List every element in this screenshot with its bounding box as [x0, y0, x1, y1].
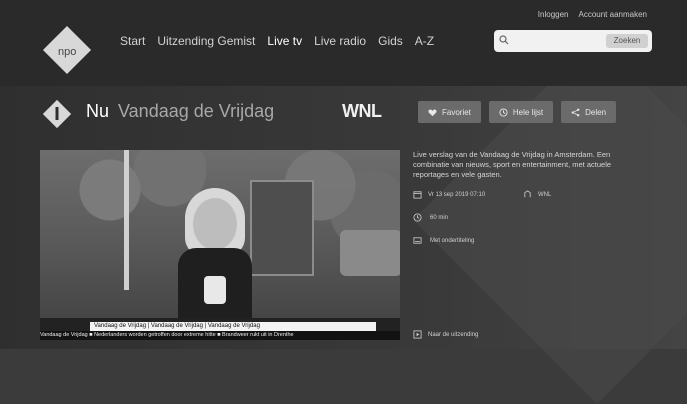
lamp-pole — [124, 150, 129, 290]
channel-mark: WNL — [342, 101, 382, 121]
channel-name: WNL — [538, 191, 552, 198]
meta-row-duration: 60 min — [413, 213, 645, 222]
main-nav: Start Uitzending Gemist Live tv Live rad… — [120, 34, 434, 48]
share-icon — [571, 108, 580, 116]
microphone-icon — [204, 276, 226, 304]
program-actions: Favoriet Hele lijst Delen — [418, 101, 617, 123]
create-account-link[interactable]: Account aanmaken — [579, 10, 648, 19]
go-to-broadcast-link[interactable]: Naar de uitzending — [413, 330, 478, 339]
now-label: Nu — [86, 101, 110, 121]
subtitle-info: Met ondertiteling — [430, 237, 475, 244]
full-list-label: Hele lijst — [512, 107, 544, 117]
ticker-headline: Vandaag de Vrijdag | Vandaag de Vrijdag … — [90, 322, 376, 331]
meta-row-subtitles: Met ondertiteling — [413, 236, 645, 245]
program-meta: Vr 13 sep 2019 07:10 WNL 60 min Met onde… — [413, 190, 645, 245]
nav-gids[interactable]: Gids — [378, 34, 403, 48]
play-icon — [413, 330, 422, 339]
video-player[interactable]: Vandaag de Vrijdag | Vandaag de Vrijdag … — [40, 150, 400, 340]
calendar-icon — [413, 191, 422, 199]
go-to-broadcast-label: Naar de uitzending — [428, 331, 479, 338]
top-links: Inloggen Account aanmaken — [538, 10, 647, 19]
npo-logo-icon[interactable]: npo — [40, 25, 92, 77]
full-list-button[interactable]: Hele lijst — [488, 101, 554, 123]
program-title: Vandaag de Vrijdag — [118, 101, 275, 121]
program-description: Live verslag van de Vandaag de Vrijdag i… — [413, 150, 612, 179]
broadcast-date: Vr 13 sep 2019 07:10 — [428, 191, 486, 198]
meta-row-date-channel: Vr 13 sep 2019 07:10 WNL — [413, 190, 645, 199]
svg-text:npo: npo — [58, 46, 76, 58]
presenter-head — [193, 198, 237, 250]
search-icon[interactable] — [499, 35, 509, 45]
live-badge-icon — [42, 99, 72, 129]
nav-uitzending-gemist[interactable]: Uitzending Gemist — [157, 34, 255, 48]
share-button[interactable]: Delen — [561, 101, 617, 123]
duration: 60 min — [430, 214, 449, 221]
nav-live-radio[interactable]: Live radio — [314, 34, 366, 48]
program-info: Live verslag van de Vandaag de Vrijdag i… — [413, 150, 645, 245]
header: npo Inloggen Account aanmaken Start Uitz… — [0, 0, 687, 86]
nav-start[interactable]: Start — [120, 34, 145, 48]
search-input[interactable] — [514, 34, 608, 50]
search-button[interactable]: Zoeken — [606, 34, 648, 48]
channel-block: WNL — [523, 190, 551, 199]
search-box: Zoeken — [494, 30, 652, 52]
heart-icon — [428, 108, 437, 116]
share-label: Delen — [585, 107, 607, 117]
subtitle-icon — [413, 237, 422, 244]
duration-icon — [413, 213, 422, 222]
car-shape — [340, 230, 400, 276]
clock-icon — [499, 107, 508, 117]
favorite-label: Favoriet — [442, 107, 471, 117]
login-link[interactable]: Inloggen — [538, 10, 569, 19]
nav-a-z[interactable]: A-Z — [415, 34, 434, 48]
favorite-button[interactable]: Favoriet — [418, 101, 481, 123]
ticker-crawl: Vandaag de Vrijdag ■ Nederlanders worden… — [40, 331, 400, 340]
news-ticker: Vandaag de Vrijdag | Vandaag de Vrijdag … — [40, 318, 400, 340]
channel-icon — [524, 190, 531, 198]
date-block: Vr 13 sep 2019 07:10 — [413, 190, 515, 199]
nav-live-tv[interactable]: Live tv — [267, 34, 302, 48]
